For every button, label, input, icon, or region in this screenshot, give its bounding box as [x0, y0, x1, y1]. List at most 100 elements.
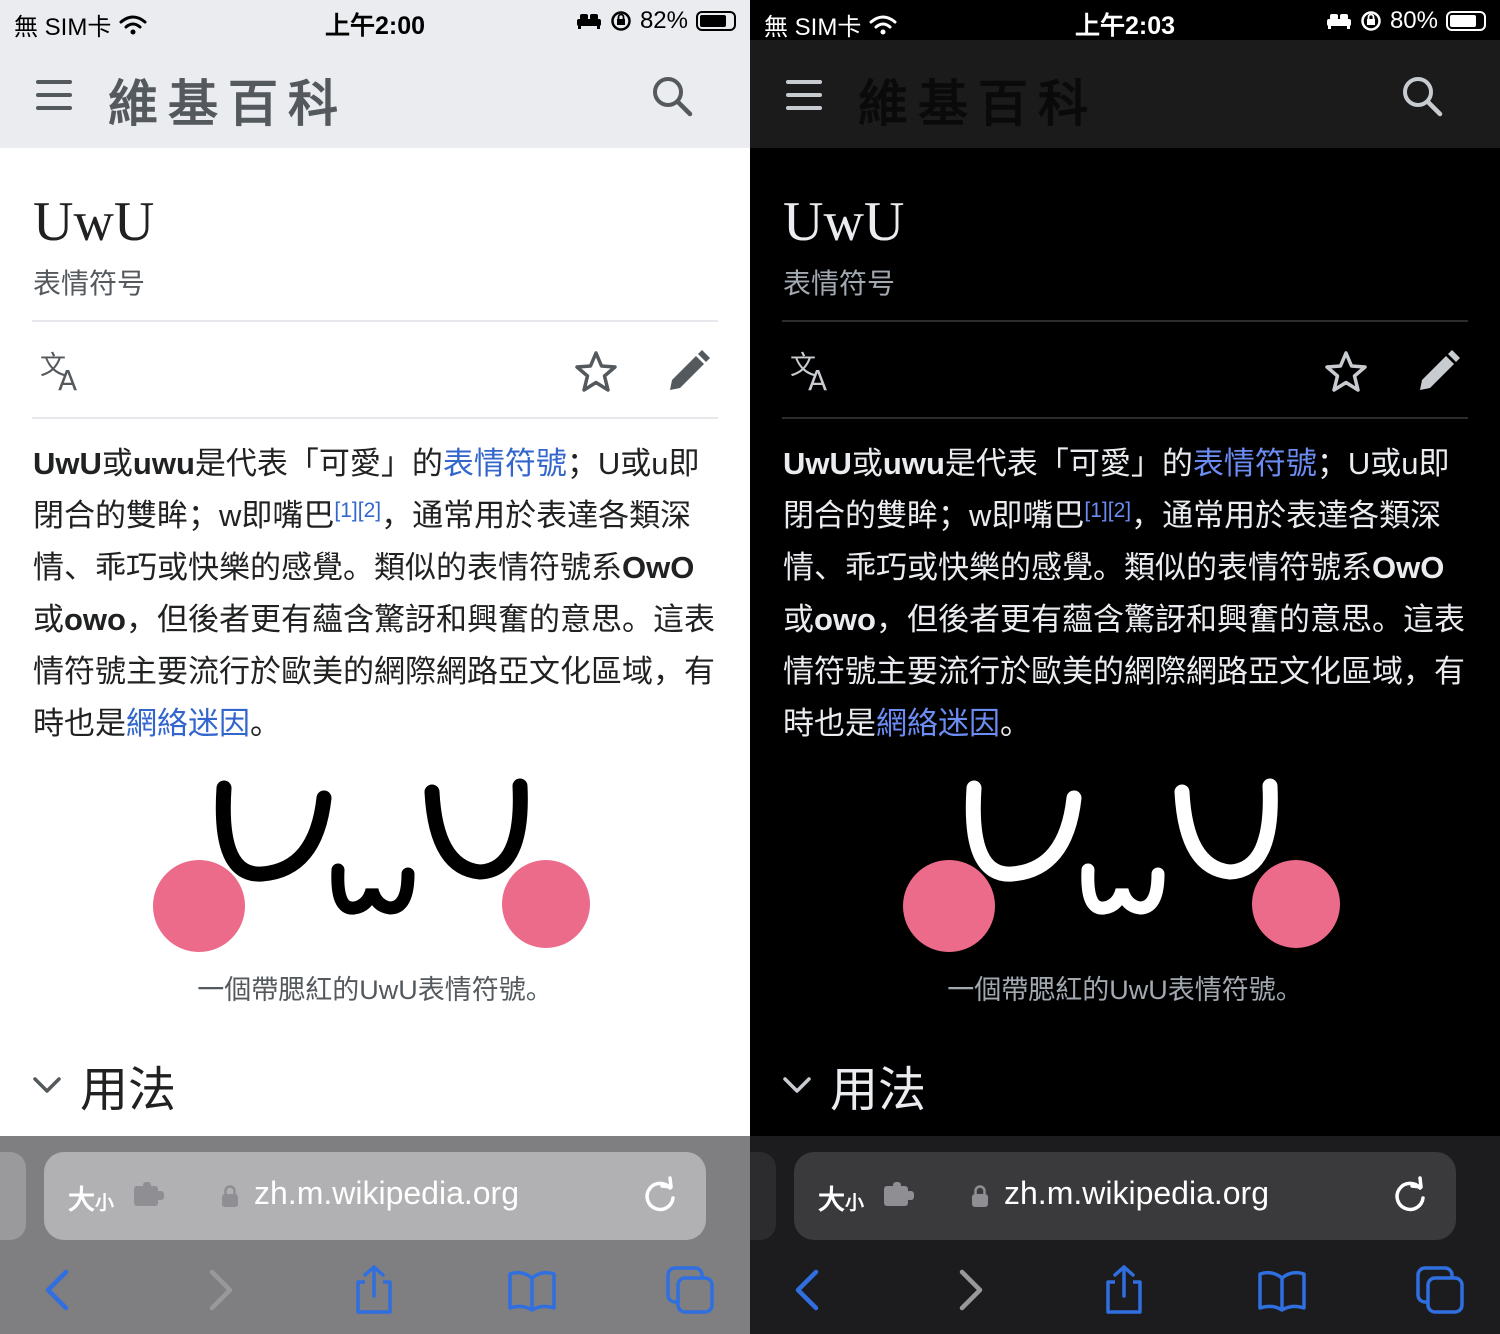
page-title: UwU [783, 191, 905, 253]
back-arrow-icon[interactable] [782, 1264, 834, 1316]
battery-percent: 80% [1389, 7, 1438, 34]
share-icon[interactable] [1098, 1264, 1150, 1316]
page-settings-button[interactable]: 大小 [818, 1178, 864, 1217]
back-arrow-icon[interactable] [32, 1264, 84, 1316]
status-bar: 無 SIM卡 上午2:03 80% [750, 0, 1500, 41]
page-description: 表情符号 [33, 268, 146, 299]
size-label-small: 小 [845, 1193, 865, 1214]
battery-icon [1446, 11, 1486, 31]
blush-left [903, 860, 995, 952]
svg-text:A: A [808, 364, 827, 396]
previous-tab-preview[interactable] [750, 1152, 776, 1240]
text: 或 [101, 446, 133, 481]
section-usage[interactable]: 用法 [782, 1050, 926, 1120]
wikipedia-page-screen: 無 SIM卡 上午2:03 80% 維基百科 UwU 表情符号 文A UwU或u… [750, 0, 1500, 1334]
forward-arrow-icon[interactable] [944, 1264, 996, 1316]
forward-arrow-icon[interactable] [194, 1264, 246, 1316]
text: 是代表「可愛」的 [944, 446, 1193, 481]
previous-tab-preview[interactable] [0, 1152, 26, 1240]
page-title: UwU [33, 191, 155, 253]
bold-term: owo [64, 602, 126, 637]
extension-icon[interactable] [882, 1182, 916, 1208]
link-internet-meme[interactable]: 網絡迷因 [126, 706, 250, 741]
tabs-icon[interactable] [1414, 1264, 1466, 1316]
edit-pencil-icon[interactable] [664, 348, 712, 396]
divider [32, 417, 718, 419]
article-lead-paragraph: UwU或uwu是代表「可愛」的表情符號；U或u即閉合的雙眸；w即嘴巴[1][2]… [33, 438, 723, 750]
text: 。 [250, 706, 281, 741]
divider [782, 320, 1468, 322]
tabs-icon[interactable] [664, 1264, 716, 1316]
blush-right [502, 860, 590, 948]
page-settings-button[interactable]: 大小 [68, 1178, 114, 1217]
text: 或 [783, 602, 814, 637]
section-heading: 用法 [830, 1064, 927, 1117]
reference-2[interactable]: [2] [358, 499, 381, 522]
status-right: 80% [1326, 7, 1486, 35]
language-icon[interactable]: 文A [38, 348, 86, 396]
blush-right [1252, 860, 1340, 948]
bold-term: owo [814, 602, 876, 637]
menu-icon[interactable] [36, 80, 72, 110]
reference-1[interactable]: [1] [1084, 499, 1107, 522]
chevron-down-icon [33, 1077, 61, 1093]
size-label-large: 大 [68, 1185, 95, 1215]
size-label-small: 小 [95, 1193, 115, 1214]
star-icon[interactable] [1322, 348, 1370, 396]
article-lead-paragraph: UwU或uwu是代表「可愛」的表情符號；U或u即閉合的雙眸；w即嘴巴[1][2]… [783, 438, 1473, 750]
orientation-lock-icon [611, 11, 631, 31]
section-heading: 用法 [80, 1064, 177, 1117]
battery-percent: 82% [639, 7, 688, 34]
wikipedia-logo[interactable]: 維基百科 [108, 64, 348, 136]
search-icon[interactable] [650, 74, 694, 118]
share-icon[interactable] [348, 1264, 400, 1316]
battery-fill [700, 15, 726, 27]
link-emoticon[interactable]: 表情符號 [443, 446, 567, 481]
search-icon[interactable] [1400, 74, 1444, 118]
reload-icon[interactable] [1390, 1176, 1430, 1216]
status-bar: 無 SIM卡 上午2:00 82% [0, 0, 750, 41]
safari-toolbar: 大小 zh.m.wikipedia.org [750, 1136, 1500, 1334]
chevron-down-icon [783, 1077, 811, 1093]
image-caption: 一個帶腮紅的UwU表情符號。 [197, 975, 553, 1005]
link-internet-meme[interactable]: 網絡迷因 [876, 706, 1000, 741]
menu-icon[interactable] [786, 80, 822, 110]
status-right: 82% [576, 7, 736, 35]
size-label-large: 大 [818, 1185, 845, 1215]
divider [32, 320, 718, 322]
bed-icon [576, 14, 601, 29]
reload-icon[interactable] [640, 1176, 680, 1216]
bed-icon [1326, 14, 1351, 29]
language-icon[interactable]: 文A [788, 348, 836, 396]
uwu-face-image[interactable] [890, 772, 1360, 962]
section-usage[interactable]: 用法 [32, 1050, 176, 1120]
wiki-header: 維基百科 [0, 40, 750, 148]
reference-1[interactable]: [1] [334, 499, 357, 522]
text: 或 [33, 602, 64, 637]
uwu-face-image[interactable] [140, 772, 610, 962]
text: 。 [1000, 706, 1031, 741]
url-text: zh.m.wikipedia.org [254, 1175, 519, 1211]
bookmarks-icon[interactable] [506, 1264, 558, 1316]
battery-icon [696, 11, 736, 31]
text: 是代表「可愛」的 [194, 446, 443, 481]
lock-icon [972, 1185, 988, 1207]
star-icon[interactable] [572, 348, 620, 396]
reference-2[interactable]: [2] [1108, 499, 1131, 522]
url-text: zh.m.wikipedia.org [1004, 1175, 1269, 1211]
address-bar[interactable]: 大小 zh.m.wikipedia.org [44, 1152, 706, 1240]
bold-term: OwO [1372, 550, 1445, 585]
address-bar[interactable]: 大小 zh.m.wikipedia.org [794, 1152, 1456, 1240]
bold-term: uwu [132, 446, 195, 481]
link-emoticon[interactable]: 表情符號 [1193, 446, 1317, 481]
bold-term: OwO [622, 550, 695, 585]
wikipedia-logo[interactable]: 維基百科 [858, 64, 1098, 136]
page-description: 表情符号 [783, 268, 896, 299]
orientation-lock-icon [1361, 11, 1381, 31]
extension-icon[interactable] [132, 1182, 166, 1208]
wiki-header: 維基百科 [750, 40, 1500, 148]
text: 或 [851, 446, 883, 481]
wikipedia-page-screen: 無 SIM卡 上午2:00 82% 維基百科 UwU 表情符号 文A UwU或u… [0, 0, 750, 1334]
edit-pencil-icon[interactable] [1414, 348, 1462, 396]
bookmarks-icon[interactable] [1256, 1264, 1308, 1316]
